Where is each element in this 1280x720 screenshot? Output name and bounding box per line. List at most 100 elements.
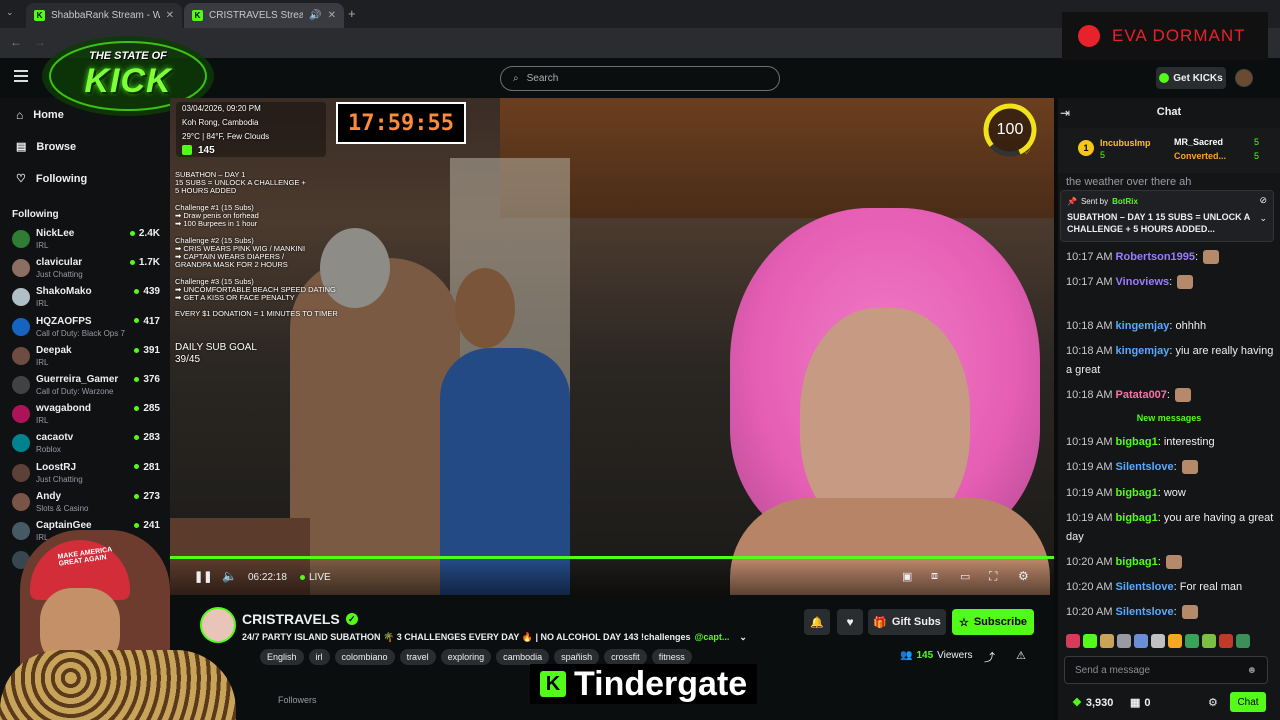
leader-count: 5	[1254, 151, 1260, 161]
stream-tag[interactable]: exploring	[440, 649, 492, 665]
pip-icon[interactable]: ▣	[902, 570, 912, 583]
emote-icon[interactable]	[1185, 634, 1199, 648]
sidebar-item-channel[interactable]: HQZAOFPS Call of Duty: Black Ops 7 417	[12, 316, 162, 344]
chat-panel: ⇥ Chat 1 IncubusImp 5 MR_Sacred 5 Conver…	[1058, 98, 1280, 720]
gift-subs-button[interactable]: 🎁 Gift Subs	[868, 609, 946, 635]
chat-username[interactable]: Robertson1995	[1116, 251, 1195, 263]
subscribe-label: Subscribe	[973, 616, 1028, 628]
notification-bell-button[interactable]: 🔔	[804, 609, 830, 635]
chat-text: wow	[1163, 487, 1186, 499]
new-tab-icon[interactable]: +	[348, 6, 356, 21]
chat-username[interactable]: bigbag1	[1116, 436, 1158, 448]
sidebar-item-channel[interactable]: wvagabond IRL 285	[12, 403, 162, 431]
avatar[interactable]	[1235, 69, 1253, 87]
search-input[interactable]: ⌕ Search	[500, 66, 780, 91]
emote-icon[interactable]	[1202, 634, 1216, 648]
emote-icon[interactable]	[1066, 634, 1080, 648]
chat-username[interactable]: Silentslove	[1116, 461, 1174, 473]
menu-icon[interactable]	[14, 70, 28, 82]
emote-icon[interactable]	[1100, 634, 1114, 648]
following-heading: Following	[12, 209, 59, 220]
chat-username[interactable]: Silentslove	[1116, 606, 1174, 618]
kicks-icon: ❖	[1072, 697, 1082, 709]
sidebar-item-channel[interactable]: ShakoMako IRL 439	[12, 286, 162, 314]
report-icon[interactable]: ⚠	[1016, 649, 1026, 662]
chat-timestamp: 10:18 AM	[1066, 320, 1113, 332]
fullscreen-icon[interactable]: ⛶	[989, 569, 997, 584]
chat-input-placeholder: Send a message	[1075, 664, 1151, 676]
chat-send-button[interactable]: Chat	[1230, 692, 1266, 712]
sidebar-item-channel[interactable]: Deepak IRL 391	[12, 345, 162, 373]
leader-name[interactable]: Converted...	[1174, 151, 1226, 161]
back-icon[interactable]: ←	[10, 35, 22, 49]
close-tab-icon[interactable]: ✕	[166, 10, 174, 21]
chat-username[interactable]: bigbag1	[1116, 512, 1158, 524]
kicks-balance[interactable]: ❖ 3,930	[1072, 696, 1113, 710]
chat-input[interactable]: Send a message ☻	[1064, 656, 1268, 684]
clip-icon[interactable]: ⧈	[931, 570, 938, 583]
sidebar-item-channel[interactable]: NickLee IRL 2.4K	[12, 228, 162, 256]
chat-username[interactable]: Patata007	[1116, 389, 1167, 401]
emote-icon[interactable]	[1083, 634, 1097, 648]
emote-icon[interactable]	[1117, 634, 1131, 648]
leader-name[interactable]: IncubusImp	[1100, 138, 1151, 148]
stream-tag[interactable]: irl	[308, 649, 330, 665]
chat-username[interactable]: Vinoviews	[1116, 276, 1170, 288]
channel-name[interactable]: CRISTRAVELS	[242, 611, 340, 627]
close-tab-icon[interactable]: ✕	[328, 10, 336, 21]
chat-username[interactable]: bigbag1	[1116, 487, 1158, 499]
chevron-down-icon[interactable]: ⌄	[1259, 213, 1267, 224]
share-icon[interactable]: ⤴	[984, 649, 995, 665]
pinned-message[interactable]: 📌 Sent by BotRix SUBATHON – DAY 1 15 SUB…	[1060, 190, 1274, 242]
progress-track[interactable]	[170, 556, 1054, 559]
follow-button[interactable]: ♥	[837, 609, 863, 635]
kick-logo-icon	[182, 145, 192, 155]
video-player[interactable]: 03/04/2026, 09:20 PM Koh Rong, Cambodia …	[170, 98, 1054, 595]
sidebar-item-channel[interactable]: LoostRJ Just Chatting 281	[12, 462, 162, 490]
sidebar-item-channel[interactable]: clavicular Just Chatting 1.7K	[12, 257, 162, 285]
stream-title-mention[interactable]: @capt...	[695, 632, 730, 643]
stream-tag[interactable]: English	[260, 649, 304, 665]
logo-line2: KICK	[84, 62, 172, 100]
star-icon: ☆	[958, 616, 969, 629]
emote-icon[interactable]	[1168, 634, 1182, 648]
chevron-down-icon[interactable]: ⌄	[739, 632, 747, 643]
leader-name[interactable]: MR_Sacred	[1174, 137, 1223, 147]
stream-tag[interactable]: fitness	[651, 649, 692, 665]
sidebar-item-browse[interactable]: ▤ Browse	[16, 140, 76, 154]
emote-icon[interactable]	[1134, 634, 1148, 648]
chat-settings-gear-icon[interactable]: ⚙	[1208, 696, 1218, 709]
tab-list-icon[interactable]: ⌄	[6, 7, 14, 18]
stream-tag[interactable]: travel	[399, 649, 436, 665]
sidebar-item-channel[interactable]: cacaotv Roblox 283	[12, 432, 162, 460]
subscribe-button[interactable]: ☆ Subscribe	[952, 609, 1034, 635]
sidebar-item-channel[interactable]: Guerreira_Gamer Call of Duty: Warzone 376	[12, 374, 162, 402]
emote-icon[interactable]	[1219, 634, 1233, 648]
settings-gear-icon[interactable]: ⚙	[1018, 569, 1029, 583]
chat-username[interactable]: kingemjay	[1116, 345, 1170, 357]
unpin-icon[interactable]: ⊘	[1259, 195, 1267, 206]
channel-points[interactable]: ▦ 0	[1130, 696, 1151, 710]
chat-username[interactable]: kingemjay	[1116, 320, 1170, 332]
audio-icon[interactable]: 🔊	[309, 10, 321, 21]
channel-viewers: 376	[134, 374, 160, 385]
stream-tag[interactable]: spañish	[554, 649, 600, 665]
get-kicks-button[interactable]: Get KICKs	[1156, 67, 1226, 89]
chat-username[interactable]: bigbag1	[1116, 556, 1158, 568]
theater-icon[interactable]: ▭	[960, 570, 970, 583]
browser-tab[interactable]: K ShabbaRank Stream - Watch Li ✕	[26, 3, 182, 28]
channel-viewers: 439	[134, 286, 160, 297]
chat-username[interactable]: Silentslove	[1116, 581, 1174, 593]
stream-tag[interactable]: colombiano	[334, 649, 395, 665]
emote-icon[interactable]	[1236, 634, 1250, 648]
stream-tag[interactable]: cambodia	[496, 649, 550, 665]
emote-icon[interactable]	[1151, 634, 1165, 648]
sidebar-item-channel[interactable]: Andy Slots & Casino 273	[12, 491, 162, 519]
timer-value: 17:59:55	[348, 110, 454, 136]
stream-tag[interactable]: crossfit	[604, 649, 647, 665]
emoji-icon[interactable]: ☻	[1246, 665, 1257, 676]
pinned-text: SUBATHON – DAY 1 15 SUBS = UNLOCK A CHAL…	[1067, 212, 1250, 234]
channel-category: Just Chatting	[36, 474, 83, 484]
browser-tab-active[interactable]: K CRISTRAVELS Stream - Watc 🔊 ✕	[184, 3, 344, 28]
sidebar-item-following[interactable]: ♡ Following	[16, 172, 87, 186]
